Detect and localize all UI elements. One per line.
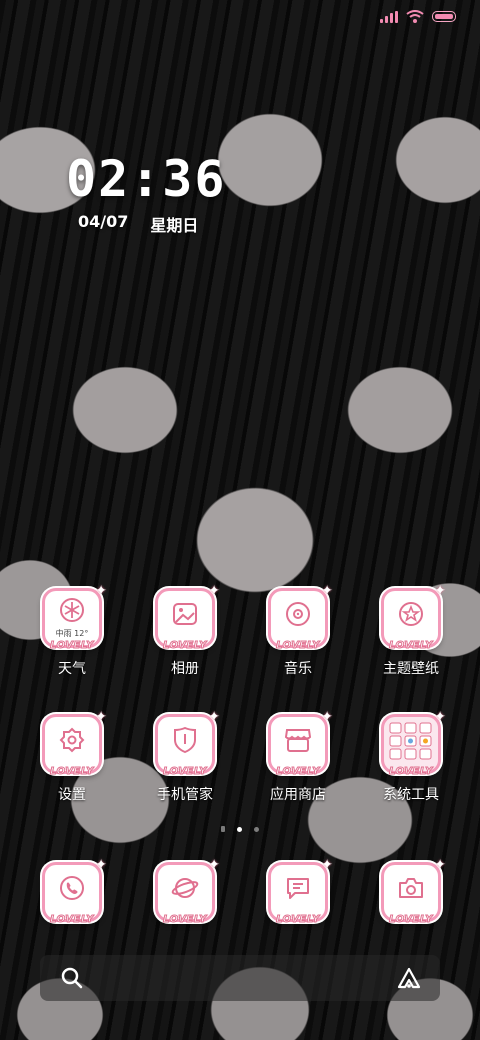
lovely-badge: LOVELY	[50, 914, 94, 926]
store-icon	[284, 728, 312, 752]
sparkle-icon: ✦	[95, 583, 107, 599]
app-label: 设置	[58, 787, 86, 803]
battery-icon	[432, 11, 456, 22]
wifi-icon	[406, 10, 424, 23]
settings-icon-box: ✦ LOVELY	[42, 709, 107, 778]
folder-icon	[389, 722, 432, 760]
app-label: 相册	[171, 661, 199, 677]
themes-icon-box: ✦ LOVELY	[381, 583, 446, 652]
app-label: 主题壁纸	[383, 661, 439, 677]
app-label: 应用商店	[270, 787, 326, 803]
bottom-search-bar	[40, 955, 440, 1001]
app-security[interactable]: ✦ LOVELY 手机管家	[140, 709, 230, 804]
weather-icon-box: ✦ 中雨 12° LOVELY	[42, 583, 107, 652]
dock-messages[interactable]: ✦ LOVELY	[253, 857, 343, 926]
message-icon	[287, 877, 309, 899]
status-bar	[380, 10, 456, 23]
sparkle-icon: ✦	[95, 709, 107, 725]
app-folder-tools[interactable]: ✦ LOVELY 系统工具	[366, 709, 456, 804]
app-weather[interactable]: ✦ 中雨 12° LOVELY 天气	[27, 583, 117, 678]
sparkle-icon: ✦	[95, 857, 107, 873]
camera-icon-box: ✦ LOVELY	[381, 857, 446, 926]
lovely-badge: LOVELY	[50, 766, 94, 778]
store-icon-box: ✦ LOVELY	[268, 709, 333, 778]
weather-snow-icon	[60, 598, 84, 623]
lovely-badge: LOVELY	[389, 766, 433, 778]
app-label: 手机管家	[157, 787, 213, 803]
settings-gear-icon	[59, 727, 85, 753]
phone-icon-box: ✦ LOVELY	[42, 857, 107, 926]
sparkle-icon: ✦	[208, 709, 220, 725]
app-label: 系统工具	[383, 787, 439, 803]
dock-phone[interactable]: ✦ LOVELY	[27, 857, 117, 926]
app-gallery[interactable]: ✦ LOVELY 相册	[140, 583, 230, 678]
theme-star-icon	[399, 601, 423, 626]
security-icon-box: ✦ LOVELY	[155, 709, 220, 778]
lovely-badge: LOVELY	[50, 640, 94, 652]
app-label: 天气	[58, 661, 86, 677]
browser-icon-box: ✦ LOVELY	[155, 857, 220, 926]
sparkle-icon: ✦	[321, 709, 333, 725]
sparkle-icon: ✦	[434, 857, 446, 873]
gallery-icon-box: ✦ LOVELY	[155, 583, 220, 652]
app-settings[interactable]: ✦ LOVELY 设置	[27, 709, 117, 804]
page-dot	[221, 826, 225, 832]
page-dot-active	[237, 826, 242, 832]
clock-date: 04/07	[78, 212, 129, 231]
lovely-badge: LOVELY	[389, 640, 433, 652]
lovely-badge: LOVELY	[389, 914, 433, 926]
music-disc-icon	[286, 601, 310, 626]
sparkle-icon: ✦	[434, 583, 446, 599]
assistant-icon[interactable]	[396, 966, 422, 990]
page-indicator[interactable]	[221, 826, 259, 832]
gallery-icon	[173, 602, 197, 625]
lovely-badge: LOVELY	[163, 766, 207, 778]
app-music[interactable]: ✦ LOVELY 音乐	[253, 583, 343, 678]
messages-icon-box: ✦ LOVELY	[268, 857, 333, 926]
sparkle-icon: ✦	[321, 583, 333, 599]
dock-browser[interactable]: ✦ LOVELY	[140, 857, 230, 926]
lovely-badge: LOVELY	[163, 914, 207, 926]
sparkle-icon: ✦	[321, 857, 333, 873]
dock-camera[interactable]: ✦ LOVELY	[366, 857, 456, 926]
folder-icon-box: ✦ LOVELY	[381, 709, 446, 778]
lovely-badge: LOVELY	[276, 640, 320, 652]
signal-icon	[380, 10, 398, 23]
clock-weekday: 星期日	[150, 216, 199, 235]
camera-icon	[399, 877, 423, 898]
app-label: 音乐	[284, 661, 312, 677]
lovely-badge: LOVELY	[163, 640, 207, 652]
lovely-badge: LOVELY	[276, 914, 320, 926]
sparkle-icon: ✦	[208, 583, 220, 599]
weather-summary: 中雨 12°	[55, 629, 89, 638]
clock-time[interactable]: 02:36	[66, 150, 227, 208]
sparkle-icon: ✦	[208, 857, 220, 873]
sparkle-icon: ✦	[434, 709, 446, 725]
shield-icon	[174, 726, 196, 753]
app-store[interactable]: ✦ LOVELY 应用商店	[253, 709, 343, 804]
search-icon[interactable]	[60, 966, 84, 990]
app-themes[interactable]: ✦ LOVELY 主题壁纸	[366, 583, 456, 678]
phone-icon	[60, 875, 84, 900]
music-icon-box: ✦ LOVELY	[268, 583, 333, 652]
clock-date-row[interactable]: 04/07 星期日	[78, 212, 198, 236]
lovely-badge: LOVELY	[276, 766, 320, 778]
planet-icon	[171, 877, 199, 898]
page-dot	[254, 826, 259, 832]
